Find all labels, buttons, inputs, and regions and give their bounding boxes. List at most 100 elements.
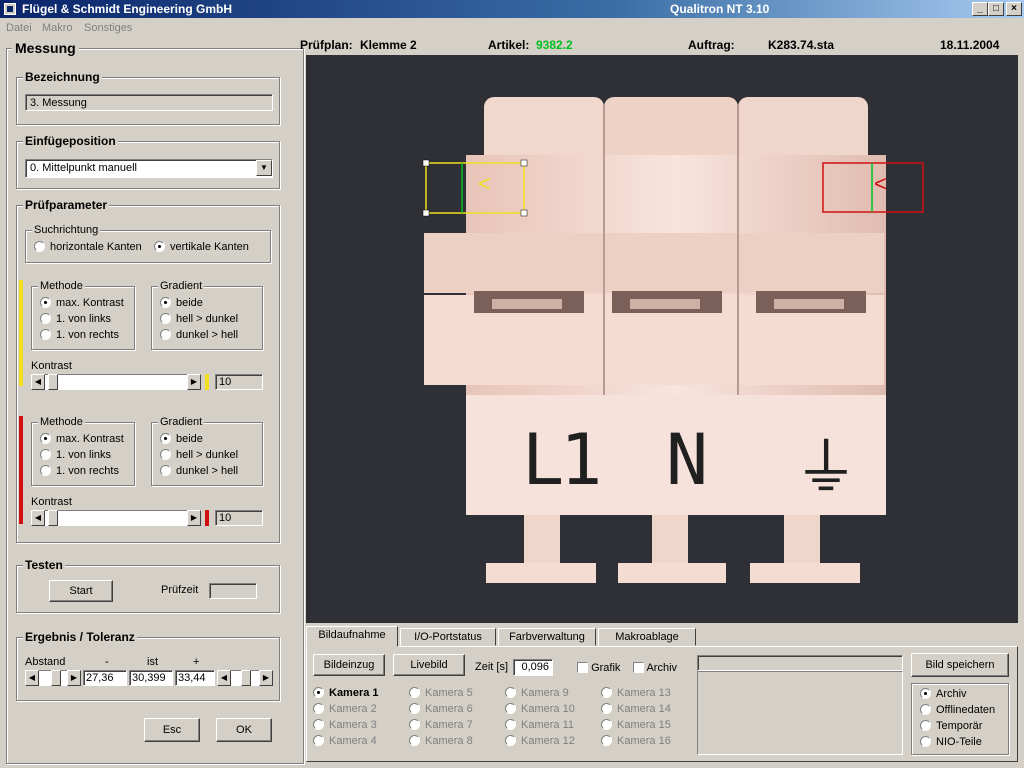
testen-title: Testen xyxy=(23,558,65,572)
radio-dunkel-hell-red[interactable]: dunkel > hell xyxy=(160,465,238,477)
radio-vertikal[interactable]: vertikale Kanten xyxy=(154,241,249,253)
grafik-checkbox[interactable]: Grafik xyxy=(577,662,620,674)
close-button[interactable]: × xyxy=(1006,2,1022,16)
max-value-field[interactable]: 33,44 xyxy=(175,670,215,686)
suchrichtung-title: Suchrichtung xyxy=(32,224,101,236)
arrow-left-icon[interactable]: ◀ xyxy=(217,670,231,686)
minimize-button[interactable]: _ xyxy=(972,2,988,16)
gradient-group-yellow: Gradient beide hell > dunkel dunkel > he… xyxy=(151,280,263,350)
checkbox-icon[interactable] xyxy=(577,662,588,673)
gradient-group-red: Gradient beide hell > dunkel dunkel > he… xyxy=(151,416,263,486)
radio-kamera-15[interactable]: Kamera 15 xyxy=(601,719,671,731)
arrow-right-icon[interactable]: ▶ xyxy=(187,374,201,390)
pruefparameter-title: Prüfparameter xyxy=(23,198,110,212)
abstand-label: Abstand xyxy=(25,656,66,668)
radio-hell-dunkel-yellow[interactable]: hell > dunkel xyxy=(160,313,238,325)
arrow-left-icon[interactable]: ◀ xyxy=(31,374,45,390)
radio-kamera-9[interactable]: Kamera 9 xyxy=(505,687,569,699)
radio-von-rechts-red[interactable]: 1. von rechts xyxy=(40,465,119,477)
maximize-button[interactable]: □ xyxy=(988,2,1004,16)
radio-nio-teile[interactable]: NIO-Teile xyxy=(920,736,982,748)
min-value-field[interactable]: 27,36 xyxy=(83,670,127,686)
bild-speichern-button[interactable]: Bild speichern xyxy=(911,653,1009,677)
radio-kamera-7[interactable]: Kamera 7 xyxy=(409,719,473,731)
radio-max-kontrast-yellow[interactable]: max. Kontrast xyxy=(40,297,124,309)
radio-archiv[interactable]: Archiv xyxy=(920,688,967,700)
start-button[interactable]: Start xyxy=(49,580,113,602)
slider-thumb[interactable] xyxy=(51,670,61,686)
radio-kamera-10[interactable]: Kamera 10 xyxy=(505,703,575,715)
checkbox-icon[interactable] xyxy=(633,662,644,673)
einfuege-select[interactable]: 0. Mittelpunkt manuell ▼ xyxy=(25,159,273,178)
arrow-left-icon[interactable]: ◀ xyxy=(25,670,39,686)
radio-kamera-4[interactable]: Kamera 4 xyxy=(313,735,377,747)
radio-kamera-13[interactable]: Kamera 13 xyxy=(601,687,671,699)
slider-thumb[interactable] xyxy=(48,374,58,390)
auftrag-label: Auftrag: xyxy=(688,38,735,52)
radio-max-kontrast-red[interactable]: max. Kontrast xyxy=(40,433,124,445)
max-tolerance-slider[interactable]: ◀ ▶ xyxy=(217,670,273,686)
pruefzeit-label: Prüfzeit xyxy=(161,584,199,596)
radio-temporaer[interactable]: Temporär xyxy=(920,720,982,732)
arrow-right-icon[interactable]: ▶ xyxy=(259,670,273,686)
livebild-button[interactable]: Livebild xyxy=(393,654,465,676)
kontrast-value-yellow[interactable]: 10 xyxy=(215,374,263,390)
radio-kamera-11[interactable]: Kamera 11 xyxy=(505,719,574,731)
bezeichnung-field[interactable]: 3. Messung xyxy=(25,94,273,111)
radio-kamera-3[interactable]: Kamera 3 xyxy=(313,719,377,731)
yellow-edge-marker: < xyxy=(478,171,491,196)
methode-title-yellow: Methode xyxy=(38,280,85,292)
radio-von-rechts-yellow[interactable]: 1. von rechts xyxy=(40,329,119,341)
radio-kamera-2[interactable]: Kamera 2 xyxy=(313,703,377,715)
slider-thumb[interactable] xyxy=(48,510,58,526)
radio-beide-red[interactable]: beide xyxy=(160,433,203,445)
einfuege-title: Einfügeposition xyxy=(23,134,118,148)
kontrast-slider-red[interactable]: ◀ ▶ xyxy=(31,510,201,526)
radio-kamera-1[interactable]: Kamera 1 xyxy=(313,687,379,699)
arrow-right-icon[interactable]: ▶ xyxy=(67,670,81,686)
radio-hell-dunkel-red[interactable]: hell > dunkel xyxy=(160,449,238,461)
methode-title-red: Methode xyxy=(38,416,85,428)
radio-offlinedaten[interactable]: Offlinedaten xyxy=(920,704,995,716)
radio-horizontal[interactable]: horizontale Kanten xyxy=(34,241,142,253)
radio-kamera-12[interactable]: Kamera 12 xyxy=(505,735,575,747)
arrow-right-icon[interactable]: ▶ xyxy=(187,510,201,526)
gradient-title-red: Gradient xyxy=(158,416,205,428)
radio-kamera-8[interactable]: Kamera 8 xyxy=(409,735,473,747)
menu-makro[interactable]: Makro xyxy=(42,22,73,34)
slider-thumb[interactable] xyxy=(241,670,251,686)
artikel-label: Artikel: xyxy=(488,38,530,52)
app-icon[interactable] xyxy=(4,3,16,15)
tab-bildaufnahme[interactable]: Bildaufnahme xyxy=(306,626,398,647)
pruefplan-value: Klemme 2 xyxy=(360,38,417,52)
archiv-checkbox[interactable]: Archiv xyxy=(633,662,677,674)
tab-farbverwaltung[interactable]: Farbverwaltung xyxy=(498,628,596,646)
ok-button[interactable]: OK xyxy=(216,718,272,742)
camera-image[interactable]: < < L1 N ⏚ xyxy=(306,55,1018,623)
arrow-left-icon[interactable]: ◀ xyxy=(31,510,45,526)
min-tolerance-slider[interactable]: ◀ ▶ xyxy=(25,670,81,686)
gradient-title-yellow: Gradient xyxy=(158,280,205,292)
radio-von-links-yellow[interactable]: 1. von links xyxy=(40,313,111,325)
menu-datei[interactable]: Datei xyxy=(6,22,32,34)
radio-dunkel-hell-yellow[interactable]: dunkel > hell xyxy=(160,329,238,341)
yellow-indicator xyxy=(205,374,209,390)
status-area xyxy=(697,671,903,755)
chevron-down-icon[interactable]: ▼ xyxy=(256,160,272,176)
radio-kamera-5[interactable]: Kamera 5 xyxy=(409,687,473,699)
tab-io-portstatus[interactable]: I/O-Portstatus xyxy=(400,628,496,646)
bildaufnahme-panel: Bildeinzug Livebild Zeit [s] 0,096 Grafi… xyxy=(306,646,1018,762)
radio-von-links-red[interactable]: 1. von links xyxy=(40,449,111,461)
pruefzeit-field xyxy=(209,583,257,599)
radio-kamera-16[interactable]: Kamera 16 xyxy=(601,735,671,747)
panel-title: Messung xyxy=(12,40,79,56)
bildeinzug-button[interactable]: Bildeinzug xyxy=(313,654,385,676)
radio-kamera-6[interactable]: Kamera 6 xyxy=(409,703,473,715)
tab-makroablage[interactable]: Makroablage xyxy=(598,628,696,646)
kontrast-value-red[interactable]: 10 xyxy=(215,510,263,526)
menu-sonstiges[interactable]: Sonstiges xyxy=(84,22,132,34)
esc-button[interactable]: Esc xyxy=(144,718,200,742)
radio-kamera-14[interactable]: Kamera 14 xyxy=(601,703,671,715)
radio-beide-yellow[interactable]: beide xyxy=(160,297,203,309)
kontrast-slider-yellow[interactable]: ◀ ▶ xyxy=(31,374,201,390)
